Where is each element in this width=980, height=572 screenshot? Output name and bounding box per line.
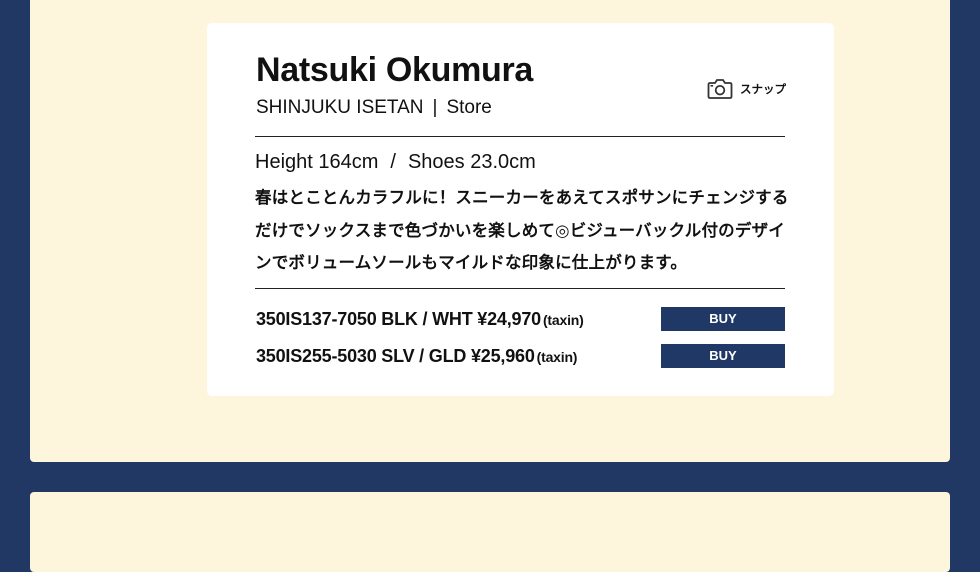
- store-name: SHINJUKU ISETAN: [256, 97, 424, 118]
- snap-link[interactable]: スナップ: [707, 77, 786, 100]
- staff-panel: Natsuki Okumura SHINJUKU ISETAN | Store スナ…: [30, 0, 950, 462]
- tax-note: (taxin): [542, 312, 584, 328]
- store-separator: |: [432, 97, 438, 118]
- staff-name: Natsuki Okumura: [256, 51, 534, 89]
- product-code-price: 350IS137-7050 BLK / WHT ¥24,970: [256, 309, 541, 329]
- product-info: 350IS137-7050 BLK / WHT ¥24,970 (taxin): [256, 307, 584, 332]
- store-label: Store: [446, 97, 492, 118]
- height-measure: Height 164cm: [255, 151, 379, 173]
- shoe-size: Shoes 23.0cm: [407, 151, 536, 173]
- product-row: 350IS255-5030 SLV / GLD ¥25,960 (taxin) B…: [256, 344, 786, 368]
- next-panel: [30, 492, 950, 572]
- staff-card: Natsuki Okumura SHINJUKU ISETAN | Store スナ…: [207, 23, 834, 396]
- tax-note: (taxin): [536, 349, 578, 365]
- product-code-price: 350IS255-5030 SLV / GLD ¥25,960: [256, 346, 535, 366]
- snap-label: スナップ: [740, 83, 786, 96]
- product-info: 350IS255-5030 SLV / GLD ¥25,960 (taxin): [256, 344, 577, 369]
- camera-icon: [707, 77, 733, 100]
- buy-button[interactable]: BUY: [661, 344, 785, 368]
- divider-bottom: [255, 288, 785, 289]
- product-row: 350IS137-7050 BLK / WHT ¥24,970 (taxin) B…: [256, 307, 786, 331]
- measurements: Height 164cm / Shoes 23.0cm: [255, 151, 536, 174]
- store-line: SHINJUKU ISETAN | Store: [256, 97, 492, 119]
- description: 春はとことんカラフルに！スニーカーをあえてスポサンにチェンジするだけでソックスま…: [255, 189, 789, 272]
- buy-button[interactable]: BUY: [661, 307, 785, 331]
- divider-top: [255, 136, 785, 137]
- measure-separator: /: [390, 151, 396, 173]
